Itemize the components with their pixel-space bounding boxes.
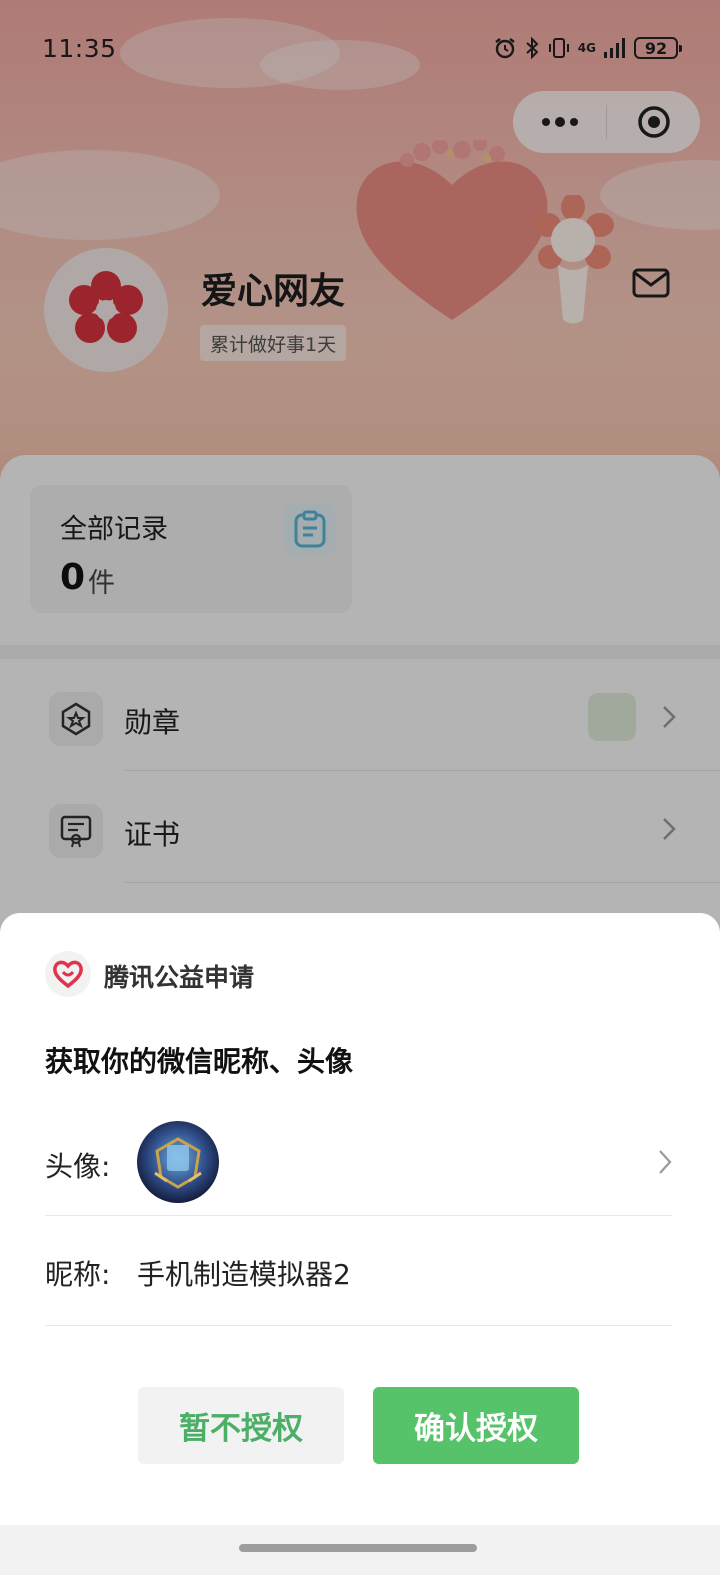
authorization-sheet: 腾讯公益申请 获取你的微信昵称、头像 头像: 昵称: 手机制造模拟器2 暂不授权… (0, 913, 720, 1575)
nickname-label: 昵称: (45, 1258, 111, 1291)
avatar-field[interactable]: 头像: (45, 1121, 672, 1217)
nickname-field[interactable]: 昵称: 手机制造模拟器2 (45, 1216, 672, 1326)
avatar-label: 头像: (45, 1150, 111, 1183)
authorization-title: 获取你的微信昵称、头像 (45, 1045, 354, 1078)
home-indicator[interactable] (239, 1544, 477, 1552)
deny-authorization-button[interactable]: 暂不授权 (138, 1387, 344, 1464)
chevron-right-icon (659, 1150, 672, 1174)
wechat-avatar-image (137, 1121, 219, 1203)
nickname-value: 手机制造模拟器2 (137, 1258, 351, 1291)
confirm-authorization-button[interactable]: 确认授权 (373, 1387, 579, 1464)
field-divider (45, 1325, 672, 1326)
app-name: 腾讯公益申请 (104, 963, 255, 992)
navigation-bar (0, 1525, 720, 1575)
app-logo-icon (45, 951, 91, 997)
